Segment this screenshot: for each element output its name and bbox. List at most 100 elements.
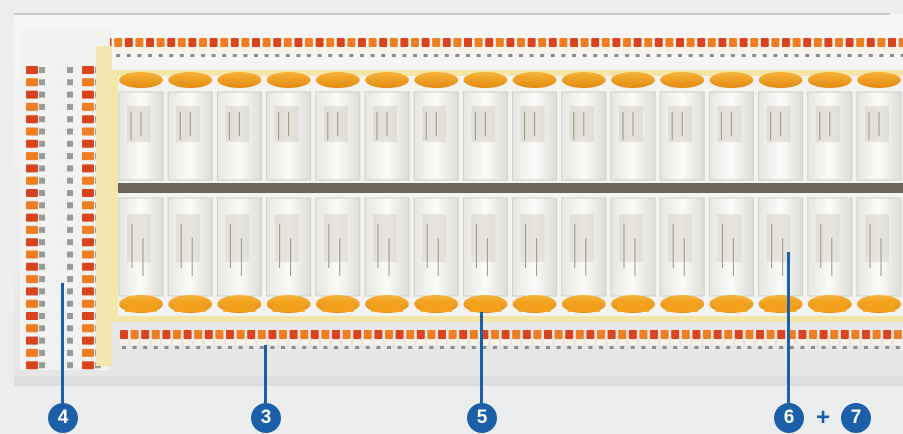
terminal-screw bbox=[82, 152, 94, 161]
terminal-screw bbox=[54, 213, 66, 222]
terminal-screw bbox=[54, 275, 66, 284]
terminal-screw bbox=[406, 330, 415, 339]
terminal-screw bbox=[183, 330, 192, 339]
terminal-screw bbox=[283, 38, 292, 47]
terminal-screw bbox=[633, 38, 642, 47]
terminal-screw bbox=[623, 38, 631, 47]
terminal-screw bbox=[830, 330, 839, 339]
relay-socket bbox=[315, 72, 360, 88]
terminal-screw bbox=[241, 38, 250, 47]
terminal-screw bbox=[580, 38, 589, 47]
terminal-screw bbox=[745, 330, 754, 339]
terminal-screw bbox=[26, 287, 38, 296]
terminal-screw bbox=[888, 38, 896, 47]
terminal-screw bbox=[124, 38, 133, 47]
relay-label bbox=[619, 214, 643, 262]
terminal-screw bbox=[845, 38, 854, 47]
relay-socket bbox=[709, 72, 754, 88]
terminal-screw bbox=[729, 38, 737, 47]
terminal-screw bbox=[54, 336, 66, 345]
middle-divider-bar bbox=[118, 183, 903, 193]
relay-label bbox=[569, 214, 594, 262]
terminal-screw bbox=[824, 38, 833, 47]
terminal-screw bbox=[26, 90, 38, 99]
terminal-screw bbox=[501, 330, 510, 339]
terminal-screw bbox=[146, 38, 154, 47]
terminal-screw bbox=[273, 38, 282, 47]
relay-socket bbox=[561, 72, 606, 88]
terminal-screw bbox=[347, 38, 356, 47]
terminal-screw bbox=[607, 330, 616, 339]
terminal-screw bbox=[204, 330, 213, 339]
terminal-screw bbox=[54, 287, 66, 296]
terminal-screw bbox=[268, 330, 277, 339]
terminal-screw bbox=[54, 102, 66, 111]
callout-badge-3: 3 bbox=[251, 403, 281, 433]
terminal-screw bbox=[851, 330, 860, 339]
terminal-screw bbox=[26, 139, 38, 148]
terminal-screw bbox=[374, 330, 383, 339]
terminal-screw bbox=[215, 330, 224, 339]
terminal-screw bbox=[82, 90, 94, 99]
terminal-screw bbox=[660, 330, 669, 339]
terminal-screw bbox=[792, 38, 801, 47]
terminal-screw bbox=[332, 330, 340, 339]
callout-line-6 bbox=[787, 252, 790, 403]
relay-label bbox=[127, 214, 151, 262]
terminal-screw bbox=[82, 250, 94, 259]
terminal-screw bbox=[554, 330, 563, 339]
terminal-screw bbox=[326, 38, 335, 47]
relay-socket bbox=[611, 72, 655, 88]
terminal-screw bbox=[835, 38, 843, 47]
terminal-screw bbox=[527, 38, 536, 47]
terminal-screw bbox=[766, 330, 775, 339]
terminal-screw bbox=[151, 330, 160, 339]
terminal-screw bbox=[26, 115, 38, 124]
terminal-screw bbox=[697, 38, 706, 47]
terminal-screw bbox=[421, 38, 430, 47]
terminal-screw bbox=[809, 330, 817, 339]
terminal-screw bbox=[26, 361, 38, 370]
terminal-screw bbox=[82, 336, 94, 345]
terminal-screw bbox=[82, 127, 94, 136]
terminal-screw bbox=[26, 66, 38, 74]
relay-label bbox=[225, 214, 250, 262]
terminal-screw bbox=[512, 330, 521, 339]
terminal-screw bbox=[26, 127, 38, 136]
relay-label bbox=[176, 214, 201, 262]
terminal-screw bbox=[756, 330, 764, 339]
terminal-screw bbox=[618, 330, 627, 339]
terminal-screw bbox=[26, 324, 38, 333]
terminal-screw bbox=[120, 330, 128, 339]
terminal-screw bbox=[26, 201, 38, 210]
relay-board-photo bbox=[14, 13, 903, 386]
terminal-screw bbox=[395, 330, 404, 339]
terminal-screw bbox=[379, 38, 388, 47]
terminal-screw bbox=[883, 330, 892, 339]
terminal-screw bbox=[734, 330, 743, 339]
terminal-screw bbox=[82, 361, 94, 370]
terminal-screw bbox=[82, 164, 94, 173]
relay-socket bbox=[266, 72, 311, 88]
terminal-screw bbox=[866, 38, 875, 47]
terminal-screw bbox=[26, 238, 38, 247]
terminal-screw bbox=[385, 330, 393, 339]
terminal-screw bbox=[803, 38, 812, 47]
relay-socket bbox=[168, 72, 213, 88]
terminal-screw bbox=[82, 238, 94, 247]
terminal-screw bbox=[54, 262, 66, 271]
terminal-screw bbox=[358, 38, 366, 47]
terminal-screw bbox=[194, 330, 203, 339]
terminal-screw bbox=[300, 330, 309, 339]
terminal-screw bbox=[315, 38, 324, 47]
terminal-screw bbox=[819, 330, 828, 339]
terminal-screw bbox=[82, 312, 94, 320]
terminal-screw bbox=[760, 38, 769, 47]
terminal-screw bbox=[26, 102, 38, 111]
terminal-screw bbox=[173, 330, 181, 339]
terminal-screw bbox=[54, 225, 66, 234]
relay-label bbox=[815, 214, 840, 262]
terminal-screw bbox=[862, 330, 870, 339]
terminal-screw bbox=[54, 78, 66, 87]
terminal-screw bbox=[54, 312, 66, 320]
